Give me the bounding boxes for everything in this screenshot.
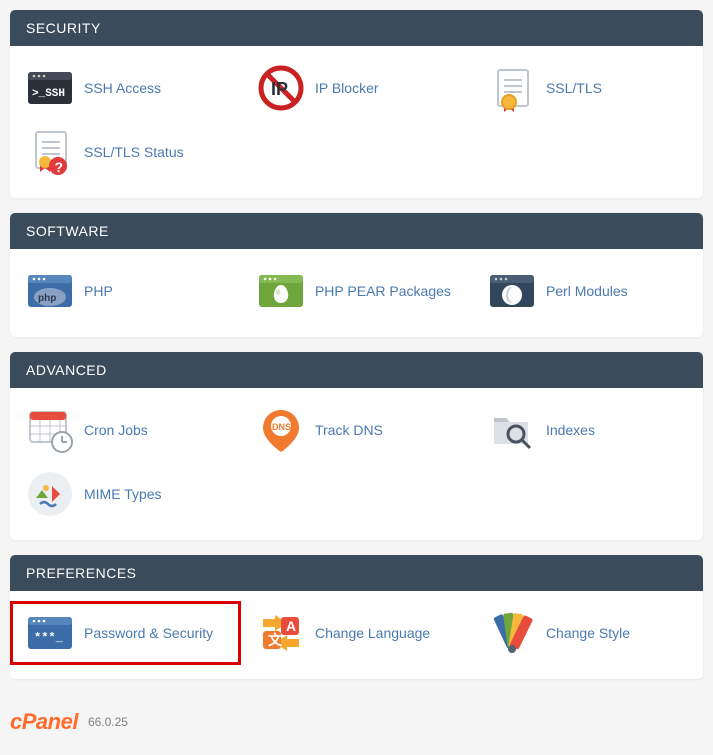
software-panel: SOFTWARE php PHP PHP PEAR Packages Perl … xyxy=(10,213,703,337)
item-cron-jobs[interactable]: Cron Jobs xyxy=(10,398,241,462)
item-label: Cron Jobs xyxy=(84,422,148,438)
section-title: SOFTWARE xyxy=(10,213,703,249)
pear-icon xyxy=(257,267,305,315)
svg-text:?: ? xyxy=(55,159,64,175)
svg-text:php: php xyxy=(38,293,56,304)
item-password-security[interactable]: ***_ Password & Security xyxy=(10,601,241,665)
ssl-status-icon: ? xyxy=(26,128,74,176)
item-mime-types[interactable]: MIME Types xyxy=(10,462,241,526)
item-indexes[interactable]: Indexes xyxy=(472,398,703,462)
php-icon: php xyxy=(26,267,74,315)
item-label: IP Blocker xyxy=(315,80,379,96)
section-body: Cron Jobs DNS Track DNS Indexes MIME Typ… xyxy=(10,388,703,540)
item-label: SSL/TLS xyxy=(546,80,602,96)
section-body: ***_ Password & Security 文A Change Langu… xyxy=(10,591,703,679)
item-label: Indexes xyxy=(546,422,595,438)
item-change-style[interactable]: Change Style xyxy=(472,601,703,665)
indexes-icon xyxy=(488,406,536,454)
item-label: SSL/TLS Status xyxy=(84,144,184,160)
item-ssl-status[interactable]: ? SSL/TLS Status xyxy=(10,120,241,184)
footer: cPanel 66.0.25 xyxy=(10,709,703,735)
perl-icon xyxy=(488,267,536,315)
item-label: SSH Access xyxy=(84,80,161,96)
svg-text:文: 文 xyxy=(268,632,283,648)
item-label: Change Language xyxy=(315,625,430,641)
language-icon: 文A xyxy=(257,609,305,657)
cpanel-logo: cPanel xyxy=(10,709,78,735)
section-body: php PHP PHP PEAR Packages Perl Modules xyxy=(10,249,703,337)
ssl-tls-icon xyxy=(488,64,536,112)
item-label: MIME Types xyxy=(84,486,162,502)
item-label: PHP xyxy=(84,283,113,299)
advanced-panel: ADVANCED Cron Jobs DNS Track DNS Indexes… xyxy=(10,352,703,540)
item-change-language[interactable]: 文A Change Language xyxy=(241,601,472,665)
item-label: Track DNS xyxy=(315,422,383,438)
style-icon xyxy=(488,609,536,657)
security-panel: SECURITY >_SSH SSH Access IP IP Blocker … xyxy=(10,10,703,198)
password-icon: ***_ xyxy=(26,609,74,657)
item-ip-blocker[interactable]: IP IP Blocker xyxy=(241,56,472,120)
item-ssl-tls[interactable]: SSL/TLS xyxy=(472,56,703,120)
section-body: >_SSH SSH Access IP IP Blocker SSL/TLS ?… xyxy=(10,46,703,198)
section-title: PREFERENCES xyxy=(10,555,703,591)
item-label: Change Style xyxy=(546,625,630,641)
version-text: 66.0.25 xyxy=(88,715,128,729)
svg-text:DNS: DNS xyxy=(272,422,291,432)
item-perl-modules[interactable]: Perl Modules xyxy=(472,259,703,323)
section-title: SECURITY xyxy=(10,10,703,46)
svg-text:***_: ***_ xyxy=(34,631,64,645)
ip-blocker-icon: IP xyxy=(257,64,305,112)
item-track-dns[interactable]: DNS Track DNS xyxy=(241,398,472,462)
cron-icon xyxy=(26,406,74,454)
item-php-pear[interactable]: PHP PEAR Packages xyxy=(241,259,472,323)
section-title: ADVANCED xyxy=(10,352,703,388)
item-php[interactable]: php PHP xyxy=(10,259,241,323)
item-label: PHP PEAR Packages xyxy=(315,283,451,299)
svg-text:A: A xyxy=(286,618,296,634)
dns-icon: DNS xyxy=(257,406,305,454)
ssh-icon: >_SSH xyxy=(26,64,74,112)
preferences-panel: PREFERENCES ***_ Password & Security 文A … xyxy=(10,555,703,679)
svg-text:IP: IP xyxy=(271,79,288,99)
item-ssh-access[interactable]: >_SSH SSH Access xyxy=(10,56,241,120)
item-label: Password & Security xyxy=(84,625,213,641)
mime-icon xyxy=(26,470,74,518)
svg-text:>_SSH: >_SSH xyxy=(32,88,65,100)
item-label: Perl Modules xyxy=(546,283,628,299)
